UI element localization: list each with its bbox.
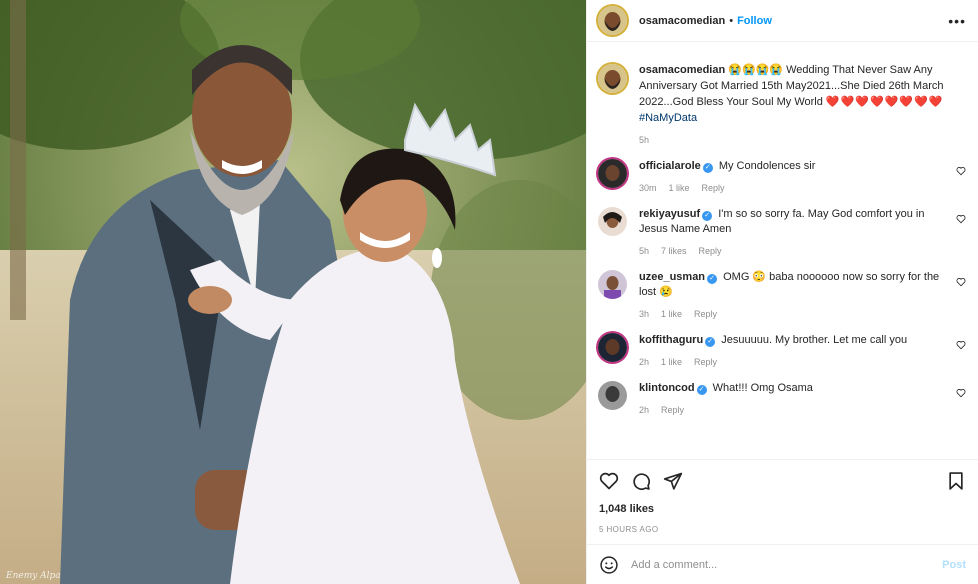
caption: osamacomedian 😭😭😭😭 Wedding That Never Sa…	[598, 62, 966, 145]
comment-age[interactable]: 2h	[639, 357, 649, 367]
comment-message: My Condolences sir	[718, 160, 816, 172]
comment-meta: 2h Reply	[639, 405, 944, 415]
comment-meta: 30m 1 like Reply	[639, 183, 944, 193]
caption-emojis: 😭😭😭😭	[728, 64, 784, 76]
comment-input[interactable]	[631, 558, 943, 571]
reply-button[interactable]: Reply	[702, 183, 725, 193]
caption-text: osamacomedian 😭😭😭😭 Wedding That Never Sa…	[639, 62, 944, 126]
comment-text: officialarole ✓ My Condolences sir	[639, 159, 944, 174]
caption-age[interactable]: 5h	[639, 135, 649, 145]
comment-meta: 5h 7 likes Reply	[639, 246, 944, 256]
avatar-image	[598, 159, 627, 188]
caption-meta: 5h	[639, 135, 944, 145]
comment-age[interactable]: 30m	[639, 183, 657, 193]
comment-username[interactable]: officialarole	[639, 160, 701, 172]
avatar-image	[598, 381, 627, 410]
follow-button[interactable]: Follow	[737, 15, 772, 27]
header-username[interactable]: osamacomedian	[639, 15, 725, 27]
reply-button[interactable]: Reply	[661, 405, 684, 415]
comment-text: koffithaguru ✓ Jesuuuuu. My brother. Let …	[639, 333, 944, 348]
reply-button[interactable]: Reply	[699, 246, 722, 256]
avatar[interactable]	[598, 64, 627, 93]
caption-hashtag[interactable]: #NaMyData	[639, 112, 697, 124]
share-icon[interactable]	[663, 471, 683, 491]
header-separator: •	[729, 14, 734, 27]
avatar-image	[598, 333, 627, 362]
avatar-image	[598, 6, 627, 35]
comment-icon[interactable]	[631, 471, 651, 491]
comment-item: rekiyayusuf ✓ I'm so so sorry fa. May God…	[598, 207, 966, 256]
comment-message: Jesuuuuu. My brother. Let me call you	[721, 334, 908, 346]
avatar-image	[598, 64, 627, 93]
comment-text: klintoncod ✓ What!!! Omg Osama	[639, 381, 944, 396]
post-header: osamacomedian • Follow •••	[587, 0, 978, 42]
avatar-image	[598, 270, 627, 299]
heart-icon[interactable]	[956, 340, 966, 350]
heart-icon[interactable]	[956, 388, 966, 398]
photo-watermark: Enemy Alpa	[6, 571, 61, 581]
comment-likes[interactable]: 1 like	[661, 357, 682, 367]
comment-likes[interactable]: 1 like	[661, 309, 682, 319]
avatar[interactable]	[598, 270, 627, 299]
avatar[interactable]	[598, 333, 627, 362]
comment-username[interactable]: koffithaguru	[639, 334, 703, 346]
comment-item: klintoncod ✓ What!!! Omg Osama 2h Reply	[598, 381, 966, 415]
caption-hearts: ❤️❤️❤️❤️❤️❤️❤️❤️	[825, 96, 944, 108]
bookmark-icon[interactable]	[946, 471, 966, 491]
comment-item: officialarole ✓ My Condolences sir 30m 1 …	[598, 159, 966, 193]
comment-age[interactable]: 2h	[639, 405, 649, 415]
comment-likes[interactable]: 1 like	[669, 183, 690, 193]
heart-icon[interactable]	[956, 214, 966, 224]
verified-icon: ✓	[707, 274, 718, 284]
avatar[interactable]	[598, 6, 627, 35]
caption-username[interactable]: osamacomedian	[639, 64, 725, 76]
emoji-icon[interactable]	[599, 555, 619, 575]
avatar-image	[598, 207, 627, 236]
reply-button[interactable]: Reply	[694, 357, 717, 367]
post-timestamp[interactable]: 5 HOURS AGO	[587, 525, 978, 534]
avatar[interactable]	[598, 381, 627, 410]
comment-body: klintoncod ✓ What!!! Omg Osama 2h Reply	[639, 381, 966, 415]
post-side-panel: osamacomedian • Follow ••• osamacomedian	[586, 0, 978, 584]
comment-age[interactable]: 5h	[639, 246, 649, 256]
post-photo[interactable]: Enemy Alpa	[0, 0, 586, 584]
comment-body: uzee_usman ✓ OMG 😳 baba noooooo now so so…	[639, 270, 966, 319]
more-horizontal-icon[interactable]: •••	[948, 13, 966, 29]
likes-count[interactable]: 1,048 likes	[587, 503, 978, 515]
comment-username[interactable]: uzee_usman	[639, 271, 705, 283]
post-comment-button[interactable]: Post	[942, 559, 966, 571]
add-comment-bar: Post	[587, 544, 978, 584]
comment-age[interactable]: 3h	[639, 309, 649, 319]
heart-icon[interactable]	[956, 277, 966, 287]
comment-likes[interactable]: 7 likes	[661, 246, 687, 256]
wedding-photo-illustration	[0, 0, 586, 584]
comment-body: officialarole ✓ My Condolences sir 30m 1 …	[639, 159, 966, 193]
avatar[interactable]	[598, 207, 627, 236]
verified-icon: ✓	[702, 211, 713, 221]
comment-text: rekiyayusuf ✓ I'm so so sorry fa. May God…	[639, 207, 944, 237]
post-actions	[587, 459, 978, 501]
reply-button[interactable]: Reply	[694, 309, 717, 319]
caption-body: osamacomedian 😭😭😭😭 Wedding That Never Sa…	[639, 62, 966, 145]
comments-list: osamacomedian 😭😭😭😭 Wedding That Never Sa…	[587, 42, 978, 459]
comment-body: koffithaguru ✓ Jesuuuuu. My brother. Let …	[639, 333, 966, 367]
heart-icon[interactable]	[956, 166, 966, 176]
avatar[interactable]	[598, 159, 627, 188]
verified-icon: ✓	[696, 385, 707, 395]
comment-username[interactable]: klintoncod	[639, 382, 695, 394]
comment-username[interactable]: rekiyayusuf	[639, 208, 700, 220]
comment-text: uzee_usman ✓ OMG 😳 baba noooooo now so so…	[639, 270, 944, 300]
instagram-post: Enemy Alpa osamacomedian • Follow ••• os…	[0, 0, 978, 584]
verified-icon: ✓	[702, 163, 713, 173]
comment-body: rekiyayusuf ✓ I'm so so sorry fa. May God…	[639, 207, 966, 256]
verified-icon: ✓	[705, 337, 716, 347]
comment-meta: 2h 1 like Reply	[639, 357, 944, 367]
comment-meta: 3h 1 like Reply	[639, 309, 944, 319]
like-heart-icon[interactable]	[599, 471, 619, 491]
comment-message: What!!! Omg Osama	[712, 382, 813, 394]
comment-item: koffithaguru ✓ Jesuuuuu. My brother. Let …	[598, 333, 966, 367]
comment-item: uzee_usman ✓ OMG 😳 baba noooooo now so so…	[598, 270, 966, 319]
